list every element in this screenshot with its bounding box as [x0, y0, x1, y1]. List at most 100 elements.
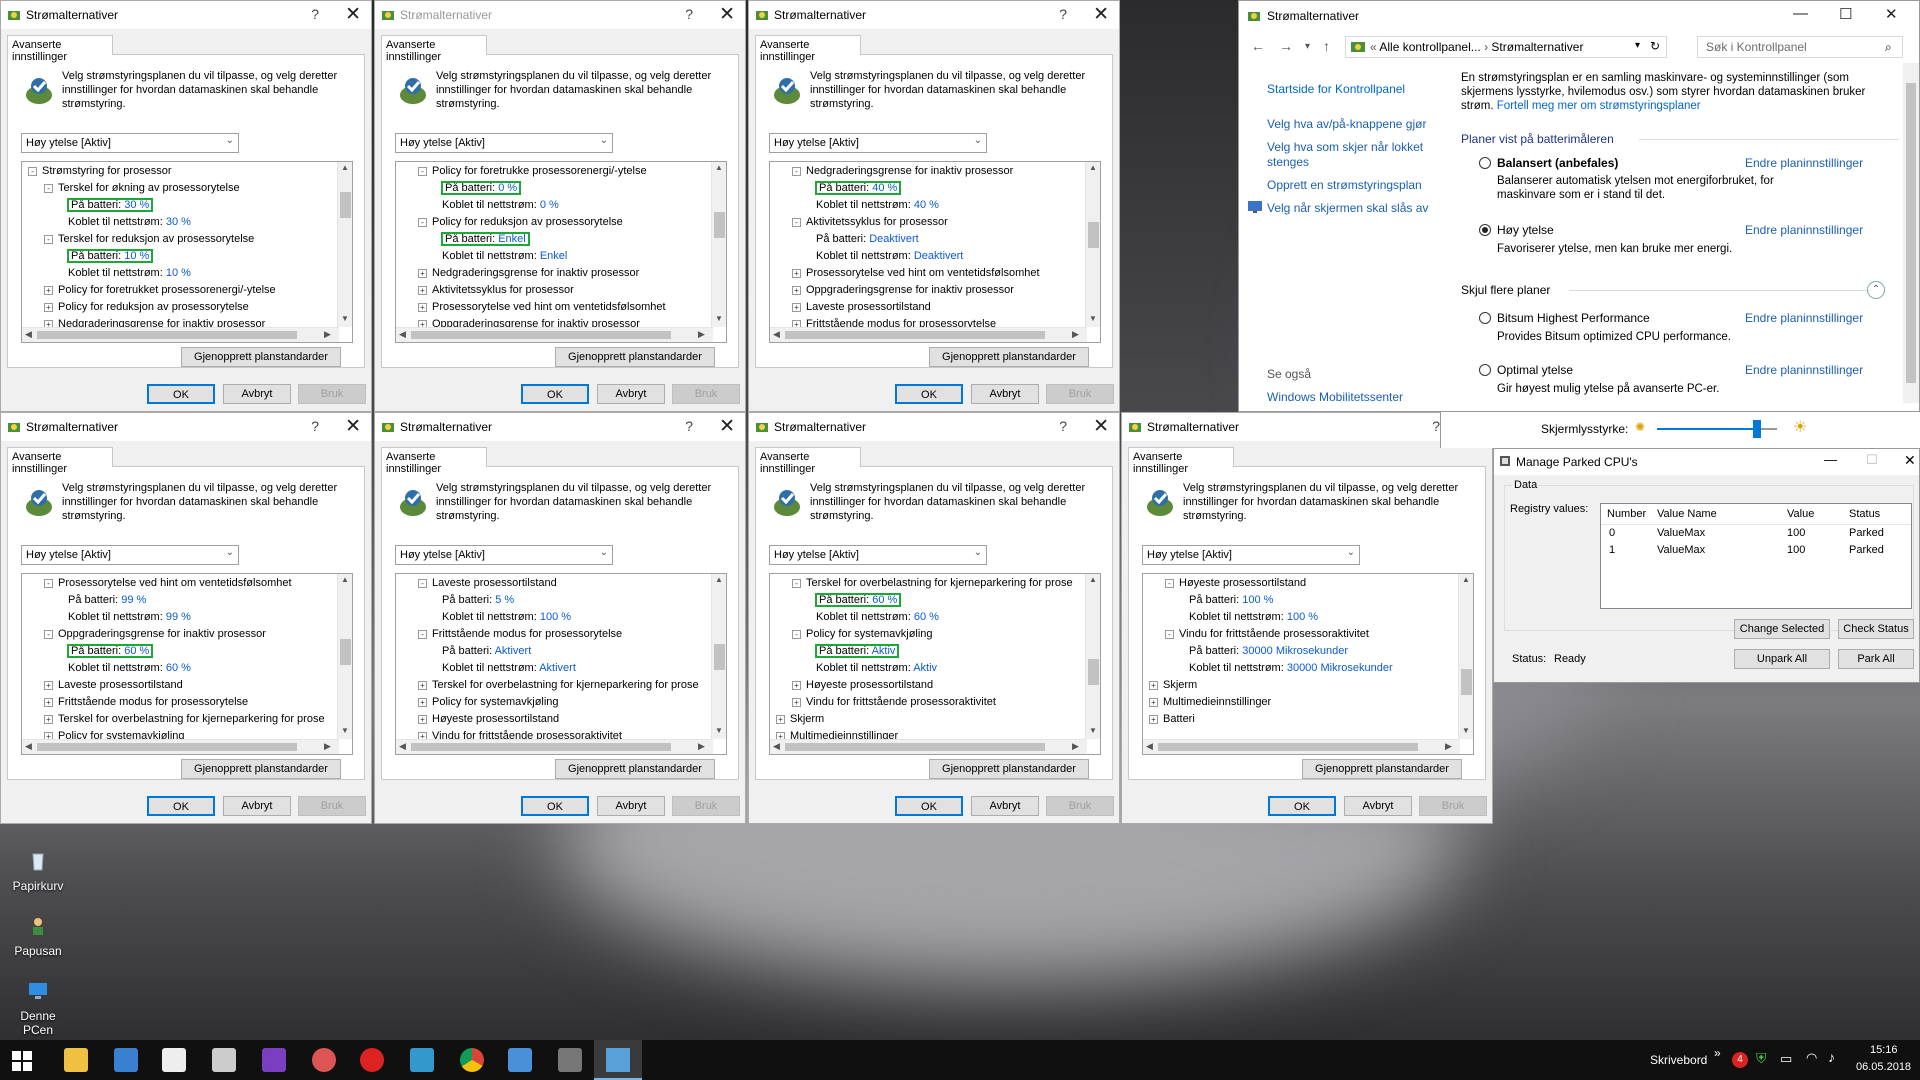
mail-icon[interactable]: [162, 1048, 186, 1072]
close-button[interactable]: ✕: [345, 3, 361, 26]
tree-item[interactable]: - Terskel for overbelastning for kjernepa…: [792, 575, 1073, 592]
tree-item[interactable]: + Multimedieinnstillinger: [1149, 694, 1271, 711]
setting-value[interactable]: Aktivert: [495, 645, 532, 657]
tree-item[interactable]: På batteri: 30 %: [66, 197, 154, 214]
toolbar-chevron-icon[interactable]: »: [1714, 1046, 1721, 1060]
minimize-button[interactable]: —: [1824, 452, 1837, 467]
breadcrumb-current[interactable]: Strømalternativer: [1491, 40, 1583, 54]
apply-button[interactable]: Bruk: [672, 384, 740, 404]
registry-list[interactable]: Number Value Name Value Status 0 ValueMa…: [1600, 503, 1912, 609]
settings-tree[interactable]: - Policy for foretrukke prosessorenergi/-…: [395, 161, 727, 343]
minimize-button[interactable]: —: [1793, 5, 1808, 22]
plan-dropdown[interactable]: Høy ytelse [Aktiv] ⌄: [395, 133, 613, 153]
scroll-up-icon[interactable]: ▲: [715, 575, 723, 584]
tree-item[interactable]: + Aktivitetssyklus for prosessor: [418, 282, 574, 299]
scroll-up-icon[interactable]: ▲: [1089, 575, 1097, 584]
settings-tree[interactable]: - Laveste prosessortilstand På batteri: 5 …: [395, 573, 727, 755]
setting-value[interactable]: 100 %: [1242, 594, 1273, 606]
title-bar[interactable]: Strømalternativer ? ✕: [749, 1, 1119, 29]
tree-item[interactable]: - Laveste prosessortilstand: [418, 575, 557, 592]
ok-button[interactable]: OK: [521, 796, 589, 816]
manage-parked-window[interactable]: Manage Parked CPU's — ☐ ✕ Data Registry …: [1493, 448, 1920, 683]
scroll-thumb[interactable]: [1088, 659, 1099, 685]
tree-item[interactable]: På batteri: 99 %: [68, 592, 146, 609]
title-bar[interactable]: Strømalternativer ? ✕: [375, 413, 745, 441]
scroll-left-icon[interactable]: ◀: [773, 329, 780, 340]
tree-item[interactable]: + Høyeste prosessortilstand: [418, 711, 559, 728]
power-options-dialog[interactable]: Strømalternativer ? ✕ Avanserte innstill…: [0, 412, 372, 824]
windows-start-icon[interactable]: [12, 1051, 32, 1071]
title-bar[interactable]: Manage Parked CPU's — ☐ ✕: [1494, 449, 1919, 475]
setting-value[interactable]: 10 %: [124, 250, 149, 262]
tree-item[interactable]: På batteri: Deaktivert: [816, 231, 919, 248]
expand-icon[interactable]: +: [418, 286, 427, 295]
help-button[interactable]: ?: [685, 6, 693, 22]
col-status[interactable]: Status: [1849, 508, 1880, 520]
scroll-thumb[interactable]: [340, 192, 351, 218]
setting-value[interactable]: 5 %: [495, 594, 514, 606]
expand-icon[interactable]: +: [418, 303, 427, 312]
setting-value[interactable]: Aktiv: [872, 645, 896, 657]
apply-button[interactable]: Bruk: [298, 384, 366, 404]
expand-icon[interactable]: +: [44, 715, 53, 724]
setting-value[interactable]: 100 %: [1287, 611, 1318, 623]
close-button[interactable]: ✕: [1904, 452, 1916, 469]
highlighted-setting[interactable]: På batteri: 30 %: [66, 198, 154, 212]
tree-horizontal-scrollbar[interactable]: ◀ ▶: [22, 739, 339, 754]
expand-icon[interactable]: +: [418, 681, 427, 690]
tree-item[interactable]: Koblet til nettstrøm: Aktiv: [816, 660, 937, 677]
restore-defaults-button[interactable]: Gjenopprett planstandarder: [929, 759, 1089, 779]
tree-item[interactable]: - Strømstyring for prosessor: [28, 163, 172, 180]
tree-item[interactable]: - Frittstående modus for prosessorytelse: [418, 626, 622, 643]
scroll-right-icon[interactable]: ▶: [698, 741, 705, 752]
settings-tree[interactable]: - Høyeste prosessortilstand På batteri: 10…: [1142, 573, 1474, 755]
restore-defaults-button[interactable]: Gjenopprett planstandarder: [181, 759, 341, 779]
scroll-thumb[interactable]: [411, 331, 671, 339]
highlighted-setting[interactable]: På batteri: 0 %: [440, 181, 522, 195]
tree-item[interactable]: Koblet til nettstrøm: Deaktivert: [816, 248, 963, 265]
tree-vertical-scrollbar[interactable]: ▲ ▼: [1458, 574, 1473, 739]
apply-button[interactable]: Bruk: [672, 796, 740, 816]
change-plan-link-bitsum[interactable]: Endre planinnstillinger: [1745, 311, 1863, 325]
restore-defaults-button[interactable]: Gjenopprett planstandarder: [929, 347, 1089, 367]
tab-advanced-settings[interactable]: Avanserte innstillinger: [7, 35, 113, 63]
scroll-thumb[interactable]: [1088, 222, 1099, 248]
tree-item[interactable]: På batteri: 0 %: [440, 180, 522, 197]
setting-value[interactable]: 10 %: [166, 267, 191, 279]
scroll-down-icon[interactable]: ▼: [341, 726, 349, 735]
settings-tree[interactable]: - Strømstyring for prosessor - Terskel for …: [21, 161, 353, 343]
desktop-icon-recycle-bin[interactable]: Papirkurv: [4, 850, 72, 893]
battery-icon[interactable]: ▭: [1780, 1051, 1792, 1067]
tree-item[interactable]: Koblet til nettstrøm: 0 %: [442, 197, 559, 214]
desktop-icon-this-pc[interactable]: Denne PCen: [4, 980, 72, 1037]
setting-value[interactable]: 100 %: [540, 611, 571, 623]
expand-icon[interactable]: +: [44, 303, 53, 312]
tree-item[interactable]: På batteri: 10 %: [66, 248, 154, 265]
wifi-icon[interactable]: ◠: [1806, 1050, 1817, 1066]
highlighted-setting[interactable]: På batteri: Enkel: [441, 232, 530, 246]
col-value[interactable]: Value: [1787, 508, 1814, 520]
tree-vertical-scrollbar[interactable]: ▲ ▼: [711, 162, 726, 327]
tree-item[interactable]: + Laveste prosessortilstand: [44, 677, 183, 694]
scroll-down-icon[interactable]: ▼: [341, 314, 349, 323]
help-button[interactable]: ?: [311, 6, 319, 22]
scroll-up-icon[interactable]: ▲: [1462, 575, 1470, 584]
store-icon[interactable]: [410, 1048, 434, 1072]
tree-item[interactable]: Koblet til nettstrøm: 99 %: [68, 609, 191, 626]
scroll-left-icon[interactable]: ◀: [25, 329, 32, 340]
setting-value[interactable]: 30 %: [124, 199, 149, 211]
setting-value[interactable]: Aktiv: [913, 662, 937, 674]
settings-tree[interactable]: - Nedgraderingsgrense for inaktiv prosess…: [769, 161, 1101, 343]
mobility-center-link[interactable]: Windows Mobilitetssenter: [1267, 390, 1403, 404]
tree-item[interactable]: + Vindu for frittstående prosessoraktivit…: [792, 694, 996, 711]
cancel-button[interactable]: Avbryt: [971, 384, 1039, 404]
tree-item[interactable]: + Policy for reduksjon av prosessorytelse: [44, 299, 249, 316]
tree-item[interactable]: + Prosessorytelse ved hint om ventetidsfø…: [792, 265, 1040, 282]
tree-item[interactable]: - Policy for systemavkjøling: [792, 626, 933, 643]
tree-horizontal-scrollbar[interactable]: ◀ ▶: [396, 327, 713, 342]
tree-item[interactable]: - Aktivitetssyklus for prosessor: [792, 214, 948, 231]
collapse-icon[interactable]: -: [418, 630, 427, 639]
up-arrow-icon[interactable]: ↑: [1323, 38, 1330, 54]
power-options-dialog[interactable]: Strømalternativer ? ✕ Avanserte innstill…: [748, 412, 1120, 824]
setting-value[interactable]: 60 %: [872, 594, 897, 606]
